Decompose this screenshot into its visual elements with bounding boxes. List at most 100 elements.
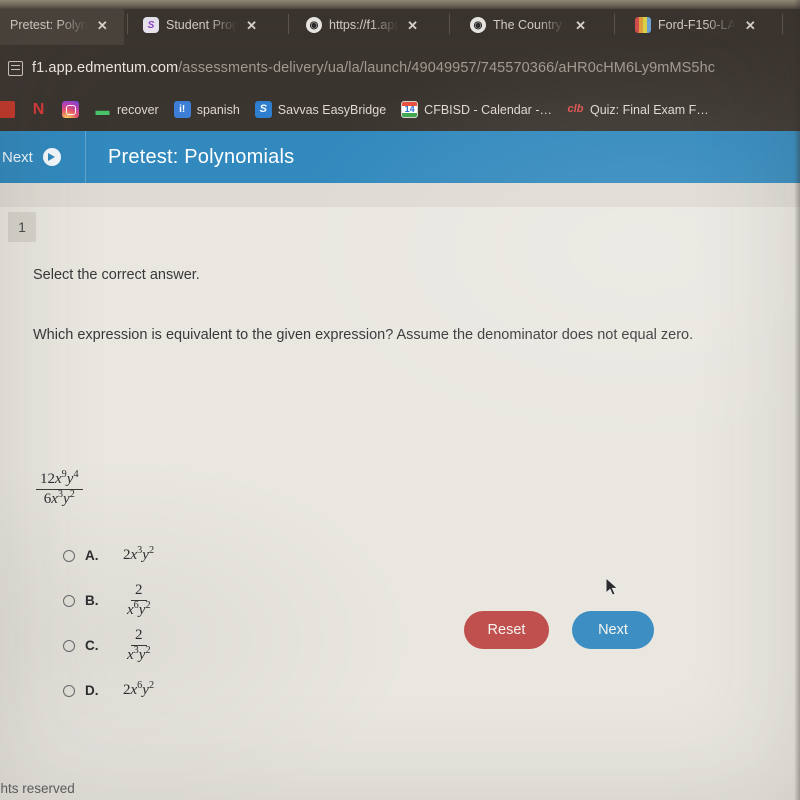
quiz-icon: clb — [567, 103, 584, 115]
reset-button[interactable]: Reset — [464, 611, 549, 649]
choice-d-x-exponent: 6 — [137, 680, 143, 691]
calendar-icon: 14 — [401, 101, 419, 118]
denominator-y-exponent: 2 — [69, 488, 75, 500]
address-bar[interactable]: f1.app.edmentum.com/assessments-delivery… — [0, 48, 800, 88]
tab-close-icon[interactable]: ✕ — [745, 19, 756, 32]
choice-letter: A. — [85, 548, 99, 563]
bookmark-item-savvas[interactable]: S Savvas EasyBridge — [251, 98, 390, 121]
choice-c-y-exponent: 2 — [145, 645, 151, 656]
url-host: f1.app.edmentum.com — [32, 60, 179, 76]
next-button[interactable]: Next — [572, 611, 654, 649]
fraction-denominator: 6x3y2 — [43, 488, 75, 507]
numerator-y-exponent: 4 — [73, 469, 79, 480]
answer-choice-a[interactable]: A. 2x3y2 — [63, 533, 155, 578]
page-icon — [8, 60, 23, 76]
tab-title: https://f1.app — [329, 18, 399, 32]
radio-button-a[interactable] — [63, 549, 75, 562]
tab-close-icon[interactable]: ✕ — [575, 19, 586, 32]
answer-choice-list: A. 2x3y2 B. 2 x6y2 C. 2 x3y2 D. 2x6y2 — [63, 533, 155, 713]
tab-separator — [288, 14, 289, 34]
denominator-x-exponent: 3 — [57, 488, 64, 500]
photographed-screen: Pretest: Polyn ✕ S Student Prog ✕ ◉ http… — [0, 0, 800, 800]
bookmark-item-recover[interactable]: ▬ recover — [90, 98, 163, 121]
choice-b-y-exponent: 2 — [145, 600, 151, 611]
instagram-icon — [62, 101, 79, 118]
choice-expression-a: 2x3y2 — [123, 545, 155, 563]
bookmark-label: recover — [117, 102, 159, 117]
choice-b-numerator: 2 — [131, 582, 147, 601]
instruction-text: Select the correct answer. — [33, 267, 200, 283]
bookmark-label: Quiz: Final Exam F… — [589, 102, 709, 117]
tab-separator — [614, 14, 615, 34]
browser-chrome: Pretest: Polyn ✕ S Student Prog ✕ ◉ http… — [0, 0, 800, 131]
browser-tab-0[interactable]: Pretest: Polyn ✕ — [0, 5, 124, 45]
choice-letter: C. — [85, 638, 99, 653]
bookmark-label: CFBISD - Calendar -… — [424, 102, 552, 117]
tab-title: Student Prog — [166, 18, 238, 32]
bookmark-label: spanish — [196, 102, 240, 117]
denominator-coefficient: 6 — [43, 490, 52, 507]
tab-close-icon[interactable]: ✕ — [407, 19, 418, 32]
bookmark-item-quiz[interactable]: clb Quiz: Final Exam F… — [563, 98, 713, 121]
choice-b-denominator: x6y2 — [127, 600, 151, 618]
choice-c-x-exponent: 3 — [133, 645, 139, 656]
choice-letter: D. — [85, 683, 99, 698]
tab-title: The Country o — [493, 18, 567, 32]
radio-button-c[interactable] — [63, 639, 75, 652]
choice-a-y-exponent: 2 — [148, 545, 155, 556]
tab-close-icon[interactable]: ✕ — [97, 19, 108, 32]
url-path: /assessments-delivery/ua/la/launch/49049… — [178, 60, 716, 76]
netflix-icon: N — [32, 100, 45, 118]
bookmark-item-cfbisd-calendar[interactable]: 14 CFBISD - Calendar -… — [397, 98, 556, 121]
choice-a-coefficient: 2 — [123, 547, 131, 563]
choice-a-x-exponent: 3 — [137, 545, 143, 556]
cut-red-icon — [0, 101, 15, 118]
choice-c-fraction: 2 x3y2 — [123, 627, 155, 664]
choice-expression-c: 2 x3y2 — [123, 627, 155, 664]
browser-tab-1[interactable]: S Student Prog ✕ — [133, 5, 263, 45]
globe-icon: ◉ — [470, 17, 486, 33]
bookmark-item-0[interactable] — [0, 98, 19, 121]
tab-title: Pretest: Polyn — [10, 18, 88, 32]
bookmark-item-instagram[interactable] — [58, 98, 83, 121]
numerator-x-exponent: 9 — [61, 469, 67, 480]
globe-icon: ◉ — [306, 17, 322, 33]
choice-letter: B. — [85, 593, 99, 608]
bookmark-item-netflix[interactable]: N — [26, 98, 51, 121]
radio-button-b[interactable] — [63, 594, 75, 607]
tab-separator — [782, 14, 783, 34]
blue-badge-icon: i! — [173, 101, 191, 118]
numerator-coefficient: 12 — [40, 471, 55, 487]
tab-separator — [449, 14, 450, 34]
answer-choice-b[interactable]: B. 2 x6y2 — [63, 578, 155, 623]
answer-choice-d[interactable]: D. 2x6y2 — [63, 668, 155, 713]
tab-close-icon[interactable]: ✕ — [246, 19, 257, 32]
address-bar-url: f1.app.edmentum.com/assessments-delivery… — [32, 60, 715, 76]
answer-choice-c[interactable]: C. 2 x3y2 — [63, 623, 155, 668]
fraction-numerator: 12x9y4 — [36, 469, 83, 490]
choice-c-denominator: x3y2 — [127, 645, 151, 663]
given-expression: 12x9y4 6x3y2 — [36, 469, 83, 508]
browser-tab-2[interactable]: ◉ https://f1.app ✕ — [296, 5, 424, 45]
assessment-page: Next Pretest: Polynomials 1 Select the c… — [0, 131, 800, 800]
browser-tab-strip: Pretest: Polyn ✕ S Student Prog ✕ ◉ http… — [0, 0, 800, 48]
savvas-icon: S — [254, 101, 272, 118]
bookmarks-bar: N ▬ recover i! spanish S Savvas EasyBrid… — [0, 88, 800, 131]
bookmark-item-spanish[interactable]: i! spanish — [170, 98, 244, 121]
bookmark-label: Savvas EasyBridge — [277, 102, 387, 117]
choice-d-y-exponent: 2 — [148, 680, 155, 691]
choice-expression-d: 2x6y2 — [123, 680, 155, 698]
given-fraction: 12x9y4 6x3y2 — [36, 469, 83, 508]
choice-d-coefficient: 2 — [123, 682, 131, 698]
choice-b-x-exponent: 6 — [133, 600, 139, 611]
ford-favicon — [635, 17, 651, 33]
student-progress-favicon: S — [143, 17, 159, 33]
footer-text: ights reserved — [0, 781, 75, 796]
tab-title: Ford-F150-LA — [658, 18, 736, 32]
browser-tab-4[interactable]: Ford-F150-LA ✕ — [625, 5, 777, 45]
radio-button-d[interactable] — [63, 684, 75, 697]
browser-tab-3[interactable]: ◉ The Country o ✕ — [460, 5, 592, 45]
green-dash-icon: ▬ — [95, 101, 110, 118]
choice-b-fraction: 2 x6y2 — [123, 582, 155, 619]
choice-expression-b: 2 x6y2 — [123, 582, 155, 619]
